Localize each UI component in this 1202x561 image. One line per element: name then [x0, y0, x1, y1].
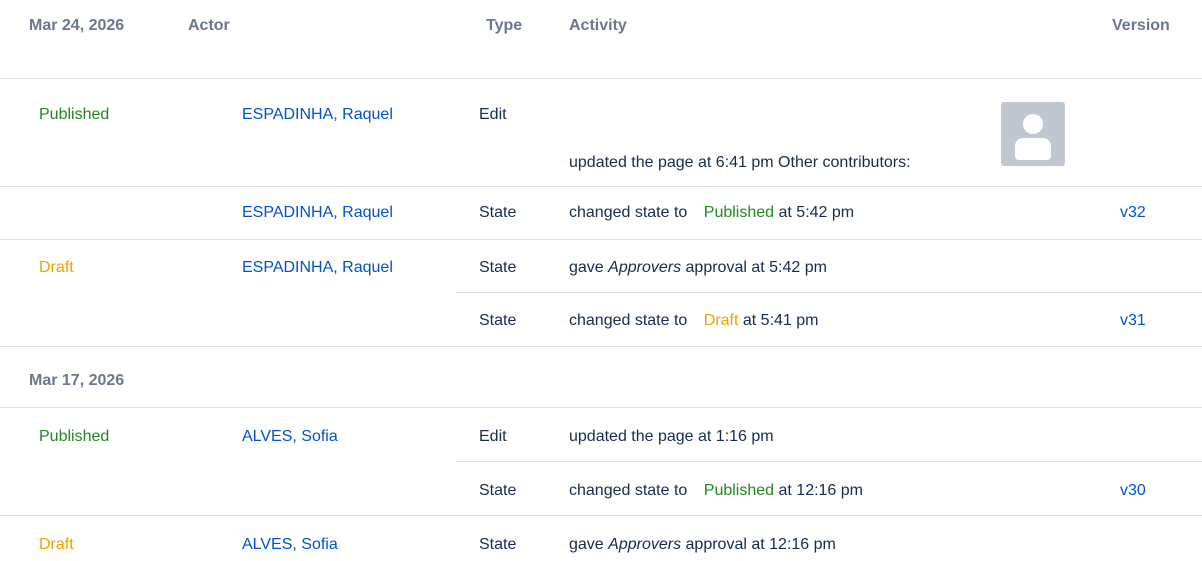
status-label: Draft [39, 259, 74, 276]
activity-emphasis: Approvers [608, 259, 682, 276]
activity-state: Published [703, 204, 775, 221]
actor-header: Actor [188, 17, 230, 34]
type-label: State [479, 312, 517, 329]
actor-link[interactable]: ESPADINHA, Raquel [242, 203, 393, 223]
type-header: Type [486, 17, 523, 34]
activity-text: changed state to Draft at 5:41 pm [569, 311, 819, 331]
activity-emphasis: Approvers [608, 536, 682, 553]
status-label: Published [39, 106, 110, 123]
activity-suffix: approval at 5:42 pm [685, 259, 827, 276]
actor-link[interactable]: ALVES, Sofia [242, 535, 338, 555]
status-label: Draft [39, 536, 74, 553]
activity-header: Activity [569, 17, 627, 34]
version-link[interactable]: v31 [1120, 311, 1146, 331]
activity-suffix: at 5:42 pm [778, 204, 855, 221]
actor-link[interactable]: ALVES, Sofia [242, 427, 338, 447]
type-label: Edit [479, 428, 507, 445]
activity-suffix: approval at 12:16 pm [685, 536, 836, 553]
activity-prefix: changed state to [569, 204, 688, 221]
activity-text: updated the page at 6:41 pm Other contri… [569, 154, 911, 171]
activity-state: Draft [703, 312, 739, 329]
date-header: Mar 24, 2026 [29, 17, 125, 34]
date-group-label: Mar 17, 2026 [29, 372, 125, 389]
activity-text: updated the page at 1:16 pm [569, 428, 774, 445]
activity-text: gave Approvers approval at 12:16 pm [569, 535, 836, 555]
type-label: State [479, 482, 517, 499]
activity-text: changed state to Published at 5:42 pm [569, 203, 854, 223]
activity-prefix: gave [569, 536, 604, 553]
activity-prefix: changed state to [569, 482, 688, 499]
version-link[interactable]: v30 [1120, 481, 1146, 501]
activity-suffix: at 5:41 pm [742, 312, 819, 329]
version-header: Version [1112, 17, 1170, 34]
actor-link[interactable]: ESPADINHA, Raquel [242, 105, 393, 125]
activity-state: Published [703, 482, 775, 499]
type-label: Edit [479, 106, 507, 123]
activity-suffix: at 12:16 pm [778, 482, 864, 499]
type-label: State [479, 259, 517, 276]
status-label: Published [39, 428, 110, 445]
activity-text: gave Approvers approval at 5:42 pm [569, 258, 827, 278]
activity-prefix: changed state to [569, 312, 688, 329]
type-label: State [479, 204, 517, 221]
activity-text: changed state to Published at 12:16 pm [569, 481, 863, 501]
activity-prefix: gave [569, 259, 604, 276]
table-header: Mar 24, 2026 Actor Type Activity Version [0, 0, 1202, 79]
actor-link[interactable]: ESPADINHA, Raquel [242, 258, 393, 278]
type-label: State [479, 536, 517, 553]
version-link[interactable]: v32 [1120, 203, 1146, 223]
user-avatar-icon[interactable] [1001, 102, 1065, 166]
